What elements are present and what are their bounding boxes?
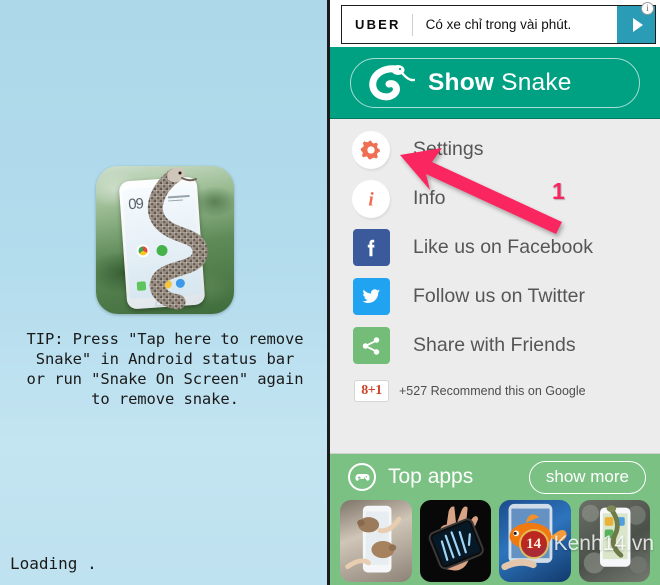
top-apps-label: Top apps	[388, 465, 474, 488]
show-snake-title-bold: Show	[428, 68, 495, 96]
google-plus-one-row[interactable]: 8+1 +527 Recommend this on Google	[330, 380, 660, 402]
snake-logo-icon	[369, 64, 415, 100]
twitter-icon	[352, 278, 390, 315]
show-snake-title-light: Snake	[494, 68, 572, 96]
kenh14-logo-icon: 14	[518, 529, 549, 559]
show-snake-button[interactable]: Show Snake	[350, 57, 640, 108]
svg-text:i: i	[368, 189, 374, 210]
snake-illustration	[147, 167, 208, 310]
snake-on-screen-app-icon: 09	[96, 166, 234, 314]
menu-item-share[interactable]: Share with Friends	[330, 321, 660, 370]
info-icon-wrapper: i	[352, 179, 390, 218]
menu-item-facebook-label: Like us on Facebook	[413, 236, 593, 258]
twitter-icon-wrapper	[352, 278, 390, 316]
play-triangle-icon	[632, 17, 643, 32]
ad-info-icon[interactable]: i	[641, 2, 654, 15]
ad-message-text: Có xe chỉ trong vài phút.	[425, 17, 572, 32]
menu-item-facebook[interactable]: Like us on Facebook	[330, 223, 660, 272]
top-apps-section: Top apps show more	[330, 453, 660, 585]
left-app-panel: 09 TIP: Press "Tap here to remove Snake"…	[0, 0, 330, 585]
menu-item-info-label: Info	[413, 187, 446, 209]
menu-list: Settings i Info Like us on Facebook Foll…	[330, 119, 660, 402]
show-more-button[interactable]: show more	[528, 460, 646, 494]
show-snake-title: Show Snake	[428, 69, 572, 97]
ad-content[interactable]: UBER Có xe chỉ trong vài phút. i	[341, 2, 656, 44]
google-plus-one-badge[interactable]: 8+1	[354, 380, 389, 402]
app-icon-container: 09	[96, 166, 234, 314]
show-snake-header[interactable]: Show Snake	[330, 47, 660, 119]
top-apps-header: Top apps show more	[330, 454, 660, 500]
share-icon-wrapper	[352, 327, 390, 365]
menu-item-info[interactable]: i Info	[330, 174, 660, 223]
tip-message: TIP: Press "Tap here to remove Snake" in…	[26, 330, 304, 408]
info-icon: i	[352, 179, 390, 218]
menu-item-settings-label: Settings	[413, 138, 484, 160]
share-icon	[352, 327, 390, 364]
site-watermark: 14 Kenh14.vn	[518, 529, 654, 559]
menu-item-share-label: Share with Friends	[413, 334, 576, 356]
gear-icon	[352, 130, 390, 169]
watermark-text: Kenh14.vn	[553, 532, 654, 555]
gamepad-icon	[348, 463, 376, 491]
menu-item-twitter-label: Follow us on Twitter	[413, 285, 585, 307]
google-plus-one-label: +527 Recommend this on Google	[399, 384, 586, 398]
menu-item-twitter[interactable]: Follow us on Twitter	[330, 272, 660, 321]
facebook-icon	[352, 229, 390, 266]
facebook-icon-wrapper	[352, 229, 390, 267]
app-menu-panel: UBER Có xe chỉ trong vài phút. i Show Sn…	[330, 0, 660, 585]
app-screenshot: 09 TIP: Press "Tap here to remove Snake"…	[0, 0, 660, 585]
ad-brand-label: UBER	[355, 17, 401, 32]
mice-on-phone-app-thumbnail[interactable]	[340, 500, 412, 582]
settings-icon-wrapper	[352, 130, 390, 169]
annotation-step-number: 1	[552, 178, 565, 204]
loading-status-text: Loading .	[10, 554, 97, 573]
xray-hand-app-thumbnail[interactable]	[419, 500, 491, 582]
menu-item-settings[interactable]: Settings	[330, 125, 660, 174]
advertisement-banner[interactable]: UBER Có xe chỉ trong vài phút. i	[330, 0, 660, 47]
